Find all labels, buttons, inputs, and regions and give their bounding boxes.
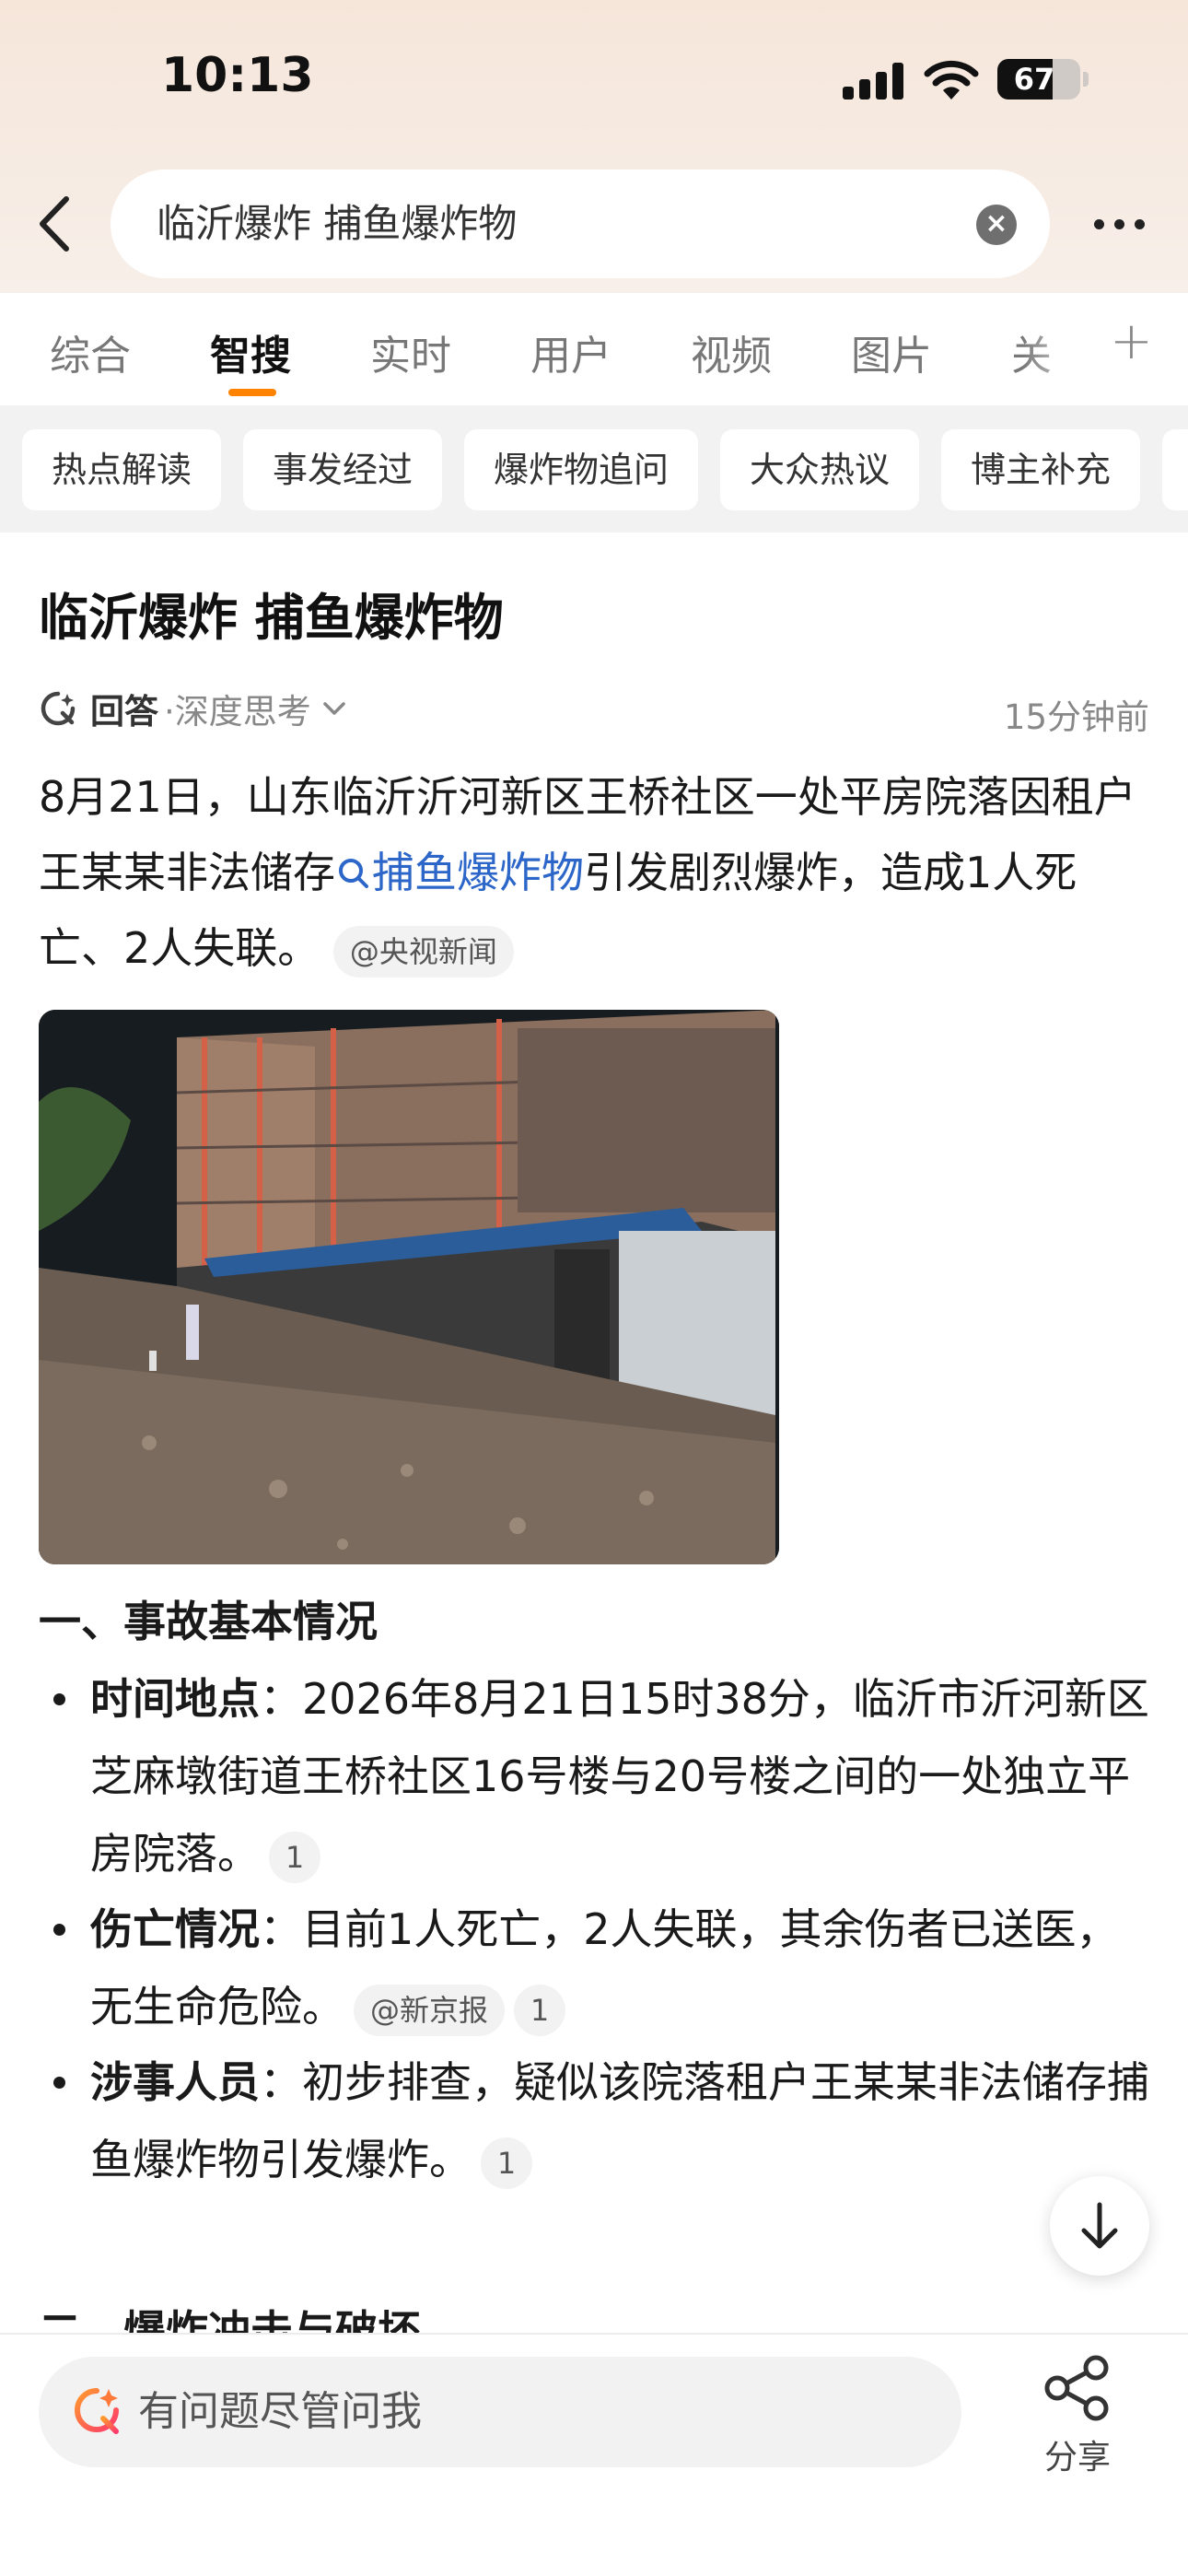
answer-timestamp: 15分钟前: [1003, 697, 1149, 737]
ai-search-icon: [75, 2388, 119, 2434]
bullet-involved-persons: 涉事人员：初步排查，疑似该院落租户王某某非法储存捕鱼爆炸物引发爆炸。 1: [53, 2043, 1159, 2198]
chip-blogger-supplement[interactable]: 博主补充: [941, 429, 1140, 510]
tab-fade: [1022, 293, 1096, 405]
explosive-search-link[interactable]: 捕鱼爆炸物: [335, 848, 584, 897]
ask-input[interactable]: 有问题尽管问我: [39, 2357, 961, 2467]
tab-realtime[interactable]: 实时: [370, 322, 451, 381]
tab-comprehensive[interactable]: 综合: [50, 322, 131, 381]
tab-images[interactable]: 图片: [851, 322, 932, 381]
wifi-icon: [923, 57, 980, 101]
share-label: 分享: [1043, 2439, 1111, 2476]
bullet-dot: [53, 2077, 65, 2089]
tab-videos[interactable]: 视频: [691, 322, 772, 381]
status-time: 10:13: [161, 48, 314, 103]
search-icon: [339, 859, 368, 888]
link-text: 捕鱼爆炸物: [372, 848, 584, 897]
chip-hot-analysis[interactable]: 热点解读: [22, 429, 221, 510]
ask-placeholder: 有问题尽管问我: [138, 2388, 422, 2435]
chip-overflow[interactable]: [1162, 429, 1188, 510]
source-tag-xinjingbao[interactable]: @新京报: [354, 1984, 506, 2036]
cellular-signal-icon: [843, 63, 907, 100]
tab-smart-search[interactable]: 智搜: [210, 322, 291, 381]
add-tab-icon[interactable]: +: [1110, 311, 1153, 371]
bullet-casualties: 伤亡情况：目前1人死亡，2人失联，其余伤者已送医，无生命危险。 @新京报 1: [53, 1891, 1159, 2045]
arrow-down-icon: [1081, 2202, 1118, 2249]
bullet-label: 伤亡情况: [90, 1904, 260, 1954]
chip-explosive-followup[interactable]: 爆炸物追问: [464, 429, 698, 510]
deep-thinking-label: ·深度思考: [164, 692, 311, 732]
chevron-down-icon: [323, 702, 345, 715]
scroll-down-button[interactable]: [1050, 2176, 1149, 2276]
chip-public-discussion[interactable]: 大众热议: [720, 429, 919, 510]
answer-mode-selector[interactable]: 回答 ·深度思考: [39, 685, 350, 732]
question-title: 临沂爆炸 捕鱼爆炸物: [39, 589, 504, 647]
intro-paragraph: 8月21日，山东临沂沂河新区王桥社区一处平房院落因租户王某某非法储存 捕鱼爆炸物引…: [39, 759, 1153, 986]
citation-badge[interactable]: 1: [514, 1984, 566, 2036]
bullet-time-location: 时间地点：2026年8月21日15时38分，临沂市沂河新区芝麻墩街道王桥社区16…: [53, 1660, 1159, 1892]
ai-answer-icon: [41, 691, 76, 726]
section-title-basics: 一、事故基本情况: [39, 1597, 378, 1646]
tab-bar: 综合 智搜 实时 用户 视频 图片 关 +: [0, 293, 1188, 405]
bullet-dot: [53, 1924, 65, 1936]
battery-icon: 67: [997, 59, 1080, 100]
bullet-dot: [53, 1693, 65, 1705]
chip-incident-details[interactable]: 事发经过: [243, 429, 442, 510]
source-tag-cctv[interactable]: @央视新闻: [332, 925, 514, 978]
share-icon: [1044, 2355, 1109, 2421]
bullet-label: 涉事人员: [90, 2057, 260, 2107]
tab-users[interactable]: 用户: [530, 322, 611, 381]
search-query: 临沂爆炸 捕鱼爆炸物: [157, 201, 518, 246]
bottom-bar: 有问题尽管问我 分享: [0, 2333, 1188, 2576]
topic-chips: 热点解读 事发经过 爆炸物追问 大众热议 博主补充: [0, 405, 1188, 533]
battery-percent: 67: [1013, 62, 1055, 97]
scene-illustration: [39, 1010, 779, 1564]
explosion-scene-photo[interactable]: [39, 1010, 779, 1564]
more-options-icon[interactable]: [1082, 201, 1156, 247]
answer-label: 回答: [90, 692, 158, 732]
top-header: 10:13 67 临沂爆炸 捕鱼爆炸物 ×: [0, 0, 1188, 293]
battery-cap: [1083, 72, 1089, 87]
bullet-label: 时间地点: [90, 1674, 260, 1724]
clear-search-icon[interactable]: ×: [976, 205, 1017, 245]
chevron-left-icon: [40, 196, 69, 252]
active-tab-indicator: [228, 389, 276, 396]
share-button[interactable]: 分享: [1031, 2355, 1124, 2484]
citation-badge[interactable]: 1: [481, 2137, 532, 2189]
search-input[interactable]: 临沂爆炸 捕鱼爆炸物 ×: [111, 170, 1050, 278]
citation-badge[interactable]: 1: [269, 1831, 320, 1883]
back-button[interactable]: [26, 192, 81, 256]
answer-content: 临沂爆炸 捕鱼爆炸物 回答 ·深度思考 15分钟前 8月21日，山东临沂沂河新区…: [0, 533, 1188, 2338]
